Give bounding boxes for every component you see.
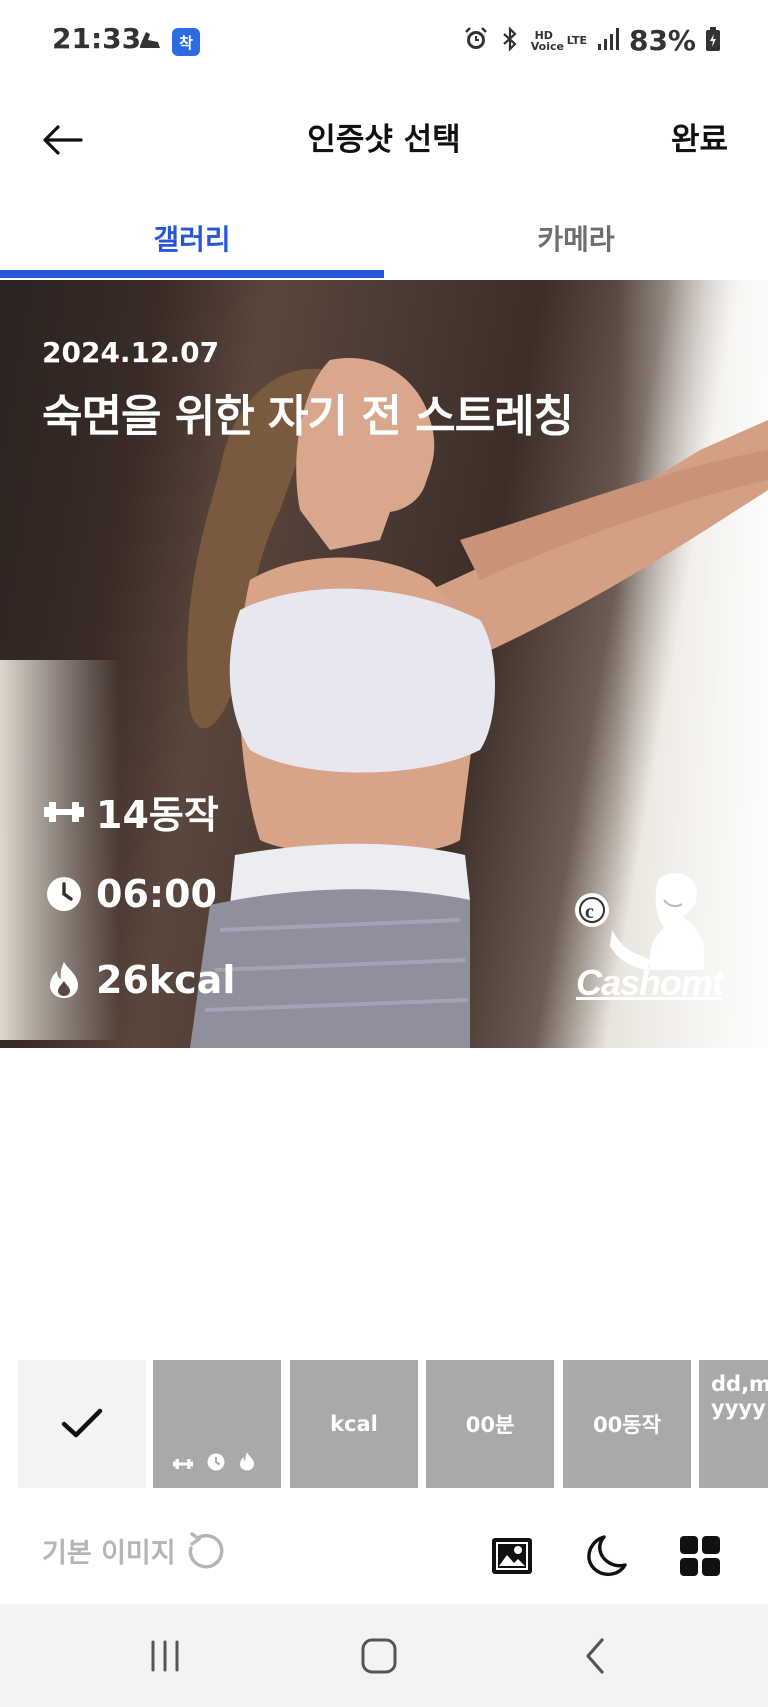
status-time: 21:33 [52, 22, 142, 55]
tab-camera[interactable]: 카메라 [384, 196, 768, 280]
recents-button[interactable] [140, 1634, 190, 1678]
lte-icon: LTE [566, 34, 587, 47]
app-badge-icon: 착 [172, 28, 200, 56]
template-moves[interactable]: 00동작 [563, 1360, 691, 1488]
tab-indicator [0, 270, 384, 278]
status-bar: 21:33 착 HD Voice LTE 83% [0, 0, 768, 84]
gallery-image-button[interactable] [484, 1528, 540, 1584]
system-nav-bar [0, 1604, 768, 1707]
template-icons[interactable] [153, 1360, 281, 1488]
clock-icon [44, 874, 84, 914]
refresh-icon [188, 1532, 224, 1569]
layout-grid-button[interactable] [672, 1528, 728, 1584]
alarm-icon [463, 26, 489, 56]
stat-kcal: 26kcal [44, 958, 235, 1002]
stat-duration: 06:00 [44, 872, 217, 916]
stat-kcal-value: 26kcal [96, 958, 236, 1002]
dark-mode-button[interactable] [578, 1528, 634, 1584]
hd-voice-icon: HD Voice [530, 28, 564, 53]
logo-text: Cashomt [576, 962, 724, 1003]
tab-gallery[interactable]: 갤러리 [0, 196, 384, 280]
chevron-left-icon [586, 1638, 604, 1674]
moon-icon [587, 1535, 627, 1577]
edit-toolbar: 기본 이미지 [0, 1510, 768, 1600]
grid-icon [680, 1536, 720, 1576]
reset-default-image-button[interactable]: 기본 이미지 [42, 1530, 226, 1570]
image-icon [492, 1538, 532, 1574]
template-strip[interactable]: kcal 00분 00동작 dd,m yyyy [0, 1360, 768, 1490]
battery-icon [706, 26, 720, 55]
flame-icon [44, 960, 84, 1000]
svg-text:c: c [585, 901, 594, 923]
battery-percent: 83% [628, 24, 696, 57]
done-button[interactable]: 완료 [671, 114, 728, 159]
reset-label: 기본 이미지 [42, 1537, 176, 1569]
preview-title: 숙면을 위한 자기 전 스트레칭 [42, 391, 574, 442]
stat-duration-value: 06:00 [96, 872, 217, 916]
preview-image: 2024.12.07 숙면을 위한 자기 전 스트레칭 14동작 06:00 2… [0, 280, 768, 1048]
page-title: 인증샷 선택 [307, 122, 461, 158]
stat-moves-value: 14동작 [96, 793, 219, 837]
dumbbell-icon [44, 792, 84, 832]
tab-bar: 갤러리 카메라 [0, 196, 768, 280]
shoe-icon [136, 26, 164, 58]
template-default[interactable] [18, 1360, 146, 1488]
dumbbell-icon [173, 1452, 193, 1476]
stat-moves: 14동작 [44, 784, 219, 839]
template-date[interactable]: dd,m yyyy [699, 1360, 768, 1488]
signal-icon [597, 27, 619, 55]
template-kcal[interactable]: kcal [290, 1360, 418, 1488]
status-left-icons: 착 [136, 26, 200, 58]
system-back-button[interactable] [570, 1634, 620, 1678]
home-button[interactable] [354, 1634, 404, 1678]
bluetooth-icon [499, 25, 521, 56]
check-icon [61, 1408, 103, 1438]
status-right-icons: HD Voice LTE 83% [463, 24, 720, 57]
app-bar: 인증샷 선택 완료 [0, 84, 768, 196]
preview-date: 2024.12.07 [42, 336, 220, 369]
recents-icon [151, 1640, 179, 1672]
flame-icon [239, 1452, 255, 1476]
template-minutes[interactable]: 00분 [426, 1360, 554, 1488]
home-icon [361, 1638, 397, 1674]
clock-icon [207, 1452, 225, 1476]
